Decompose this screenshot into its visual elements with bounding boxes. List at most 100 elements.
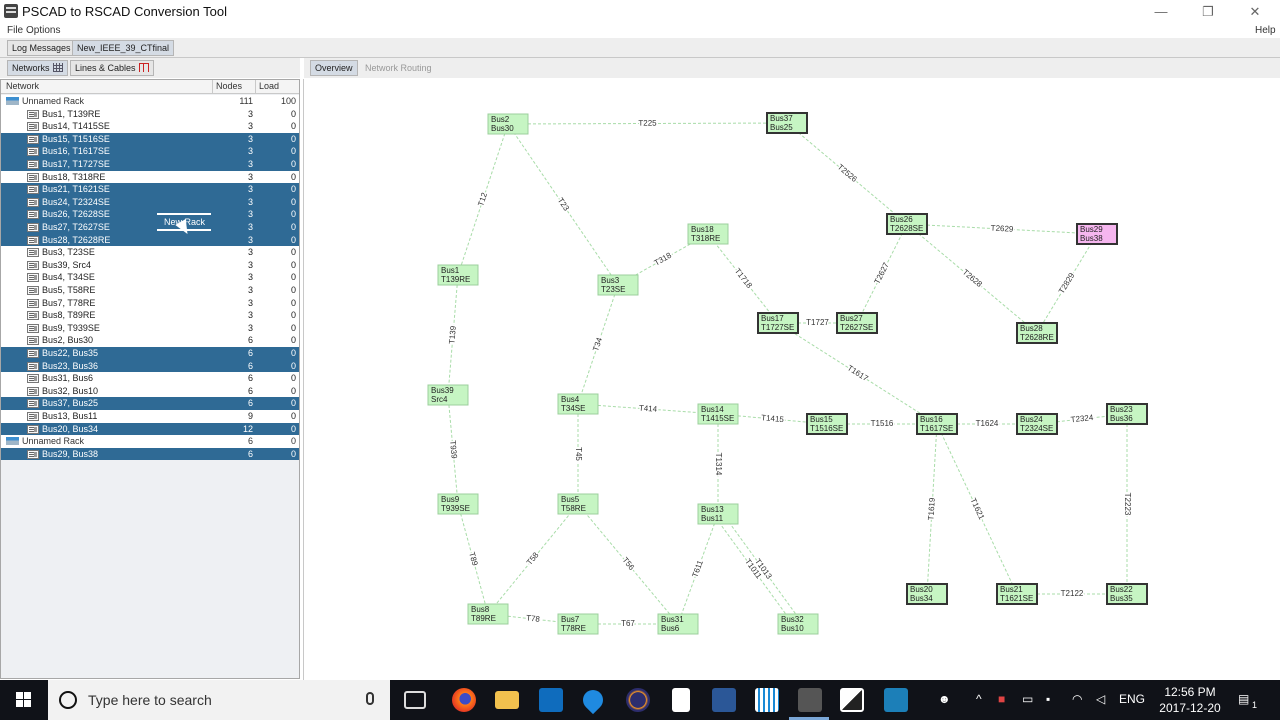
bus-node[interactable]: Bus13Bus11	[697, 503, 739, 525]
bus-node[interactable]: Bus9T939SE	[437, 493, 479, 515]
outlook-icon[interactable]	[539, 688, 563, 712]
tree-network-row[interactable]: Bus13, Bus11 9 0	[1, 410, 299, 423]
tree-network-row[interactable]: Bus31, Bus6 6 0	[1, 372, 299, 385]
tree-network-row[interactable]: Bus29, Bus38 6 0	[1, 447, 299, 461]
tab-overview[interactable]: Overview	[310, 60, 358, 76]
tree-network-row[interactable]: Bus20, Bus34 12 0	[1, 422, 299, 436]
wifi-icon[interactable]: ◠	[1072, 692, 1082, 706]
column-network[interactable]: Network	[6, 81, 39, 91]
bus-node[interactable]: Bus31Bus6	[657, 613, 699, 635]
network-overview-canvas[interactable]: T225 T2526 T2629 T12 T23 T318 T1718 T2627 T2628 T…	[303, 79, 1280, 680]
image-viewer-icon[interactable]	[840, 688, 864, 712]
tree-network-row[interactable]: Bus18, T318RE 3 0	[1, 170, 299, 184]
tab-networks[interactable]: Networks	[7, 60, 68, 76]
word-icon[interactable]	[712, 688, 736, 712]
bus-node[interactable]: Bus26T2628SE	[886, 213, 928, 235]
bus-node[interactable]: Bus23Bus36	[1106, 403, 1148, 425]
gift-tray-icon[interactable]: ■	[998, 692, 1005, 706]
bus-node[interactable]: Bus21T1621SE	[996, 583, 1038, 605]
tree-network-row[interactable]: Bus24, T2324SE 3 0	[1, 195, 299, 209]
tree-network-row[interactable]: Bus9, T939SE 3 0	[1, 321, 299, 335]
restore-button[interactable]: ❐	[1185, 0, 1231, 24]
bus-node[interactable]: Bus2Bus30	[487, 113, 529, 135]
tree-network-row[interactable]: Bus17, T1727SE 3 0	[1, 158, 299, 171]
tree-rack-row[interactable]: Unnamed Rack 6 0	[1, 435, 299, 448]
menu-file[interactable]: File	[7, 25, 23, 36]
tree-network-row[interactable]: Bus37, Bus25 6 0	[1, 397, 299, 410]
bus-node-label: T89RE	[471, 614, 496, 623]
tree-network-row[interactable]: Bus23, Bus36 6 0	[1, 359, 299, 373]
bus-node[interactable]: Bus16T1617SE	[916, 413, 958, 435]
rscad-icon[interactable]	[884, 688, 908, 712]
tree-network-row[interactable]: Bus32, Bus10 6 0	[1, 384, 299, 398]
column-load[interactable]: Load	[259, 81, 279, 91]
bus-node[interactable]: Bus3T23SE	[597, 274, 639, 296]
volume-icon[interactable]: ◁	[1096, 692, 1105, 706]
bus-node[interactable]: Bus24T2324SE	[1016, 413, 1058, 435]
pscad-tool-icon[interactable]	[798, 688, 822, 712]
tab-project[interactable]: New_IEEE_39_CTfinal	[72, 40, 175, 56]
tree-network-row[interactable]: Bus4, T34SE 3 0	[1, 271, 299, 284]
bus-node[interactable]: Bus39Src4	[427, 384, 469, 406]
clock[interactable]: 12:56 PM 2017-12-20	[1150, 684, 1230, 716]
tree-network-row[interactable]: Bus26, T2628SE 3 0	[1, 208, 299, 221]
tree-network-row[interactable]: Bus22, Bus35 6 0	[1, 347, 299, 360]
network-graph[interactable]: T225T2526T2629T12 T23T318T1718 T2627 T2628 T…	[304, 79, 1280, 680]
bus-node[interactable]: Bus14T1415SE	[697, 403, 739, 425]
firefox-icon[interactable]	[452, 688, 476, 712]
bus-node[interactable]: Bus5T58RE	[557, 493, 599, 515]
bus-node[interactable]: Bus29Bus38	[1076, 223, 1118, 245]
tab-lines-cables[interactable]: Lines & Cables	[70, 60, 154, 76]
file-explorer-icon[interactable]	[495, 691, 519, 709]
bus-node[interactable]: Bus8T89RE	[467, 603, 509, 625]
show-hidden-icons[interactable]: ^	[976, 692, 982, 706]
tab-log-messages[interactable]: Log Messages	[7, 40, 76, 56]
column-nodes[interactable]: Nodes	[216, 81, 242, 91]
people-icon[interactable]: ☻	[938, 692, 951, 706]
bus-node[interactable]: Bus18T318RE	[687, 223, 729, 245]
tree-network-row[interactable]: Bus1, T139RE 3 0	[1, 107, 299, 121]
microphone-icon[interactable]	[366, 692, 374, 705]
close-button[interactable]: ✕	[1232, 0, 1278, 24]
bus-node[interactable]: Bus37Bus25	[766, 112, 808, 134]
bus-node[interactable]: Bus1T139RE	[437, 264, 479, 286]
battery-icon[interactable]: ▭	[1022, 692, 1033, 706]
menu-options[interactable]: Options	[26, 25, 60, 36]
minimize-button[interactable]: —	[1138, 0, 1184, 24]
tree-network-row[interactable]: Bus5, T58RE 3 0	[1, 284, 299, 297]
tree-network-row[interactable]: Bus16, T1617SE 3 0	[1, 145, 299, 158]
bus-node[interactable]: Bus17T1727SE	[757, 312, 799, 334]
bus-node[interactable]: Bus32Bus10	[777, 613, 819, 635]
tab-network-routing[interactable]: Network Routing	[360, 60, 437, 76]
bus-node[interactable]: Bus27T2627SE	[836, 312, 878, 334]
tree-network-row[interactable]: Bus8, T89RE 3 0	[1, 309, 299, 322]
eclipse-icon[interactable]	[626, 688, 650, 712]
tree-rack-row[interactable]: Unnamed Rack 111 100	[1, 95, 299, 108]
bus-node[interactable]: Bus4T34SE	[557, 393, 599, 415]
tree-network-row[interactable]: Bus39, Src4 3 0	[1, 258, 299, 272]
maps-icon[interactable]	[578, 685, 608, 715]
tree-network-row[interactable]: Bus7, T78RE 3 0	[1, 296, 299, 310]
tree-network-row[interactable]: Bus2, Bus30 6 0	[1, 334, 299, 347]
bus-node[interactable]: Bus28T2628RE	[1016, 322, 1058, 344]
tree-network-row[interactable]: Bus27, T2627SE 3 0	[1, 221, 299, 234]
bus-node[interactable]: Bus15T1516SE	[806, 413, 848, 435]
tree-network-row[interactable]: Bus3, T23SE 3 0	[1, 246, 299, 259]
menu-help[interactable]: Help	[1255, 25, 1276, 36]
start-button[interactable]	[0, 680, 48, 720]
bus-node[interactable]: Bus22Bus35	[1106, 583, 1148, 605]
action-center-icon[interactable]: ▤	[1238, 692, 1249, 706]
document-icon[interactable]	[672, 688, 690, 712]
language-indicator[interactable]: ENG	[1119, 692, 1145, 706]
tree-network-row[interactable]: Bus15, T1516SE 3 0	[1, 132, 299, 146]
bus-node[interactable]: Bus20Bus34	[906, 583, 948, 605]
taskbar-search-box[interactable]: Type here to search	[48, 680, 390, 720]
app-bars-icon[interactable]	[755, 688, 779, 712]
tree-network-row[interactable]: Bus14, T1415SE 3 0	[1, 120, 299, 133]
task-view-icon[interactable]	[404, 691, 426, 709]
tree-network-row[interactable]: Bus28, T2628RE 3 0	[1, 233, 299, 247]
usb-icon[interactable]: ▪	[1046, 692, 1050, 706]
bus-node-label: T139RE	[441, 275, 470, 284]
tree-network-row[interactable]: Bus21, T1621SE 3 0	[1, 183, 299, 196]
bus-node[interactable]: Bus7T78RE	[557, 613, 599, 635]
